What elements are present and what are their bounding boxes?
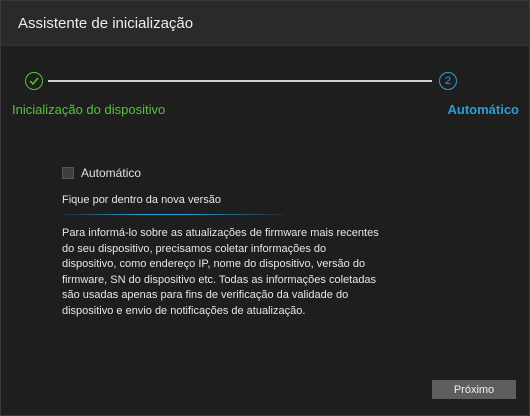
subtitle-underline: [62, 214, 284, 215]
auto-update-label[interactable]: Automático: [81, 166, 141, 180]
step-2-label: Automático: [447, 102, 520, 117]
auto-update-checkbox[interactable]: [62, 167, 74, 179]
window-title: Assistente de inicialização: [18, 15, 194, 32]
step-1-indicator: [25, 72, 43, 90]
check-icon: [29, 77, 39, 85]
step-1-label: Inicialização do dispositivo: [12, 102, 166, 117]
step-2-indicator: 2: [439, 72, 457, 90]
next-button[interactable]: Próximo: [432, 380, 516, 399]
description-text: Para informá-lo sobre as atualizações de…: [62, 227, 379, 317]
title-bar: Assistente de inicialização: [1, 1, 529, 46]
section-subtitle: Fique por dentro da nova versão: [62, 194, 221, 206]
step-progress-line: [48, 80, 432, 82]
wizard-content: 2 Inicialização do dispositivo Automátic…: [1, 46, 529, 415]
wizard-window: Assistente de inicialização 2 Inicializa…: [0, 0, 530, 416]
